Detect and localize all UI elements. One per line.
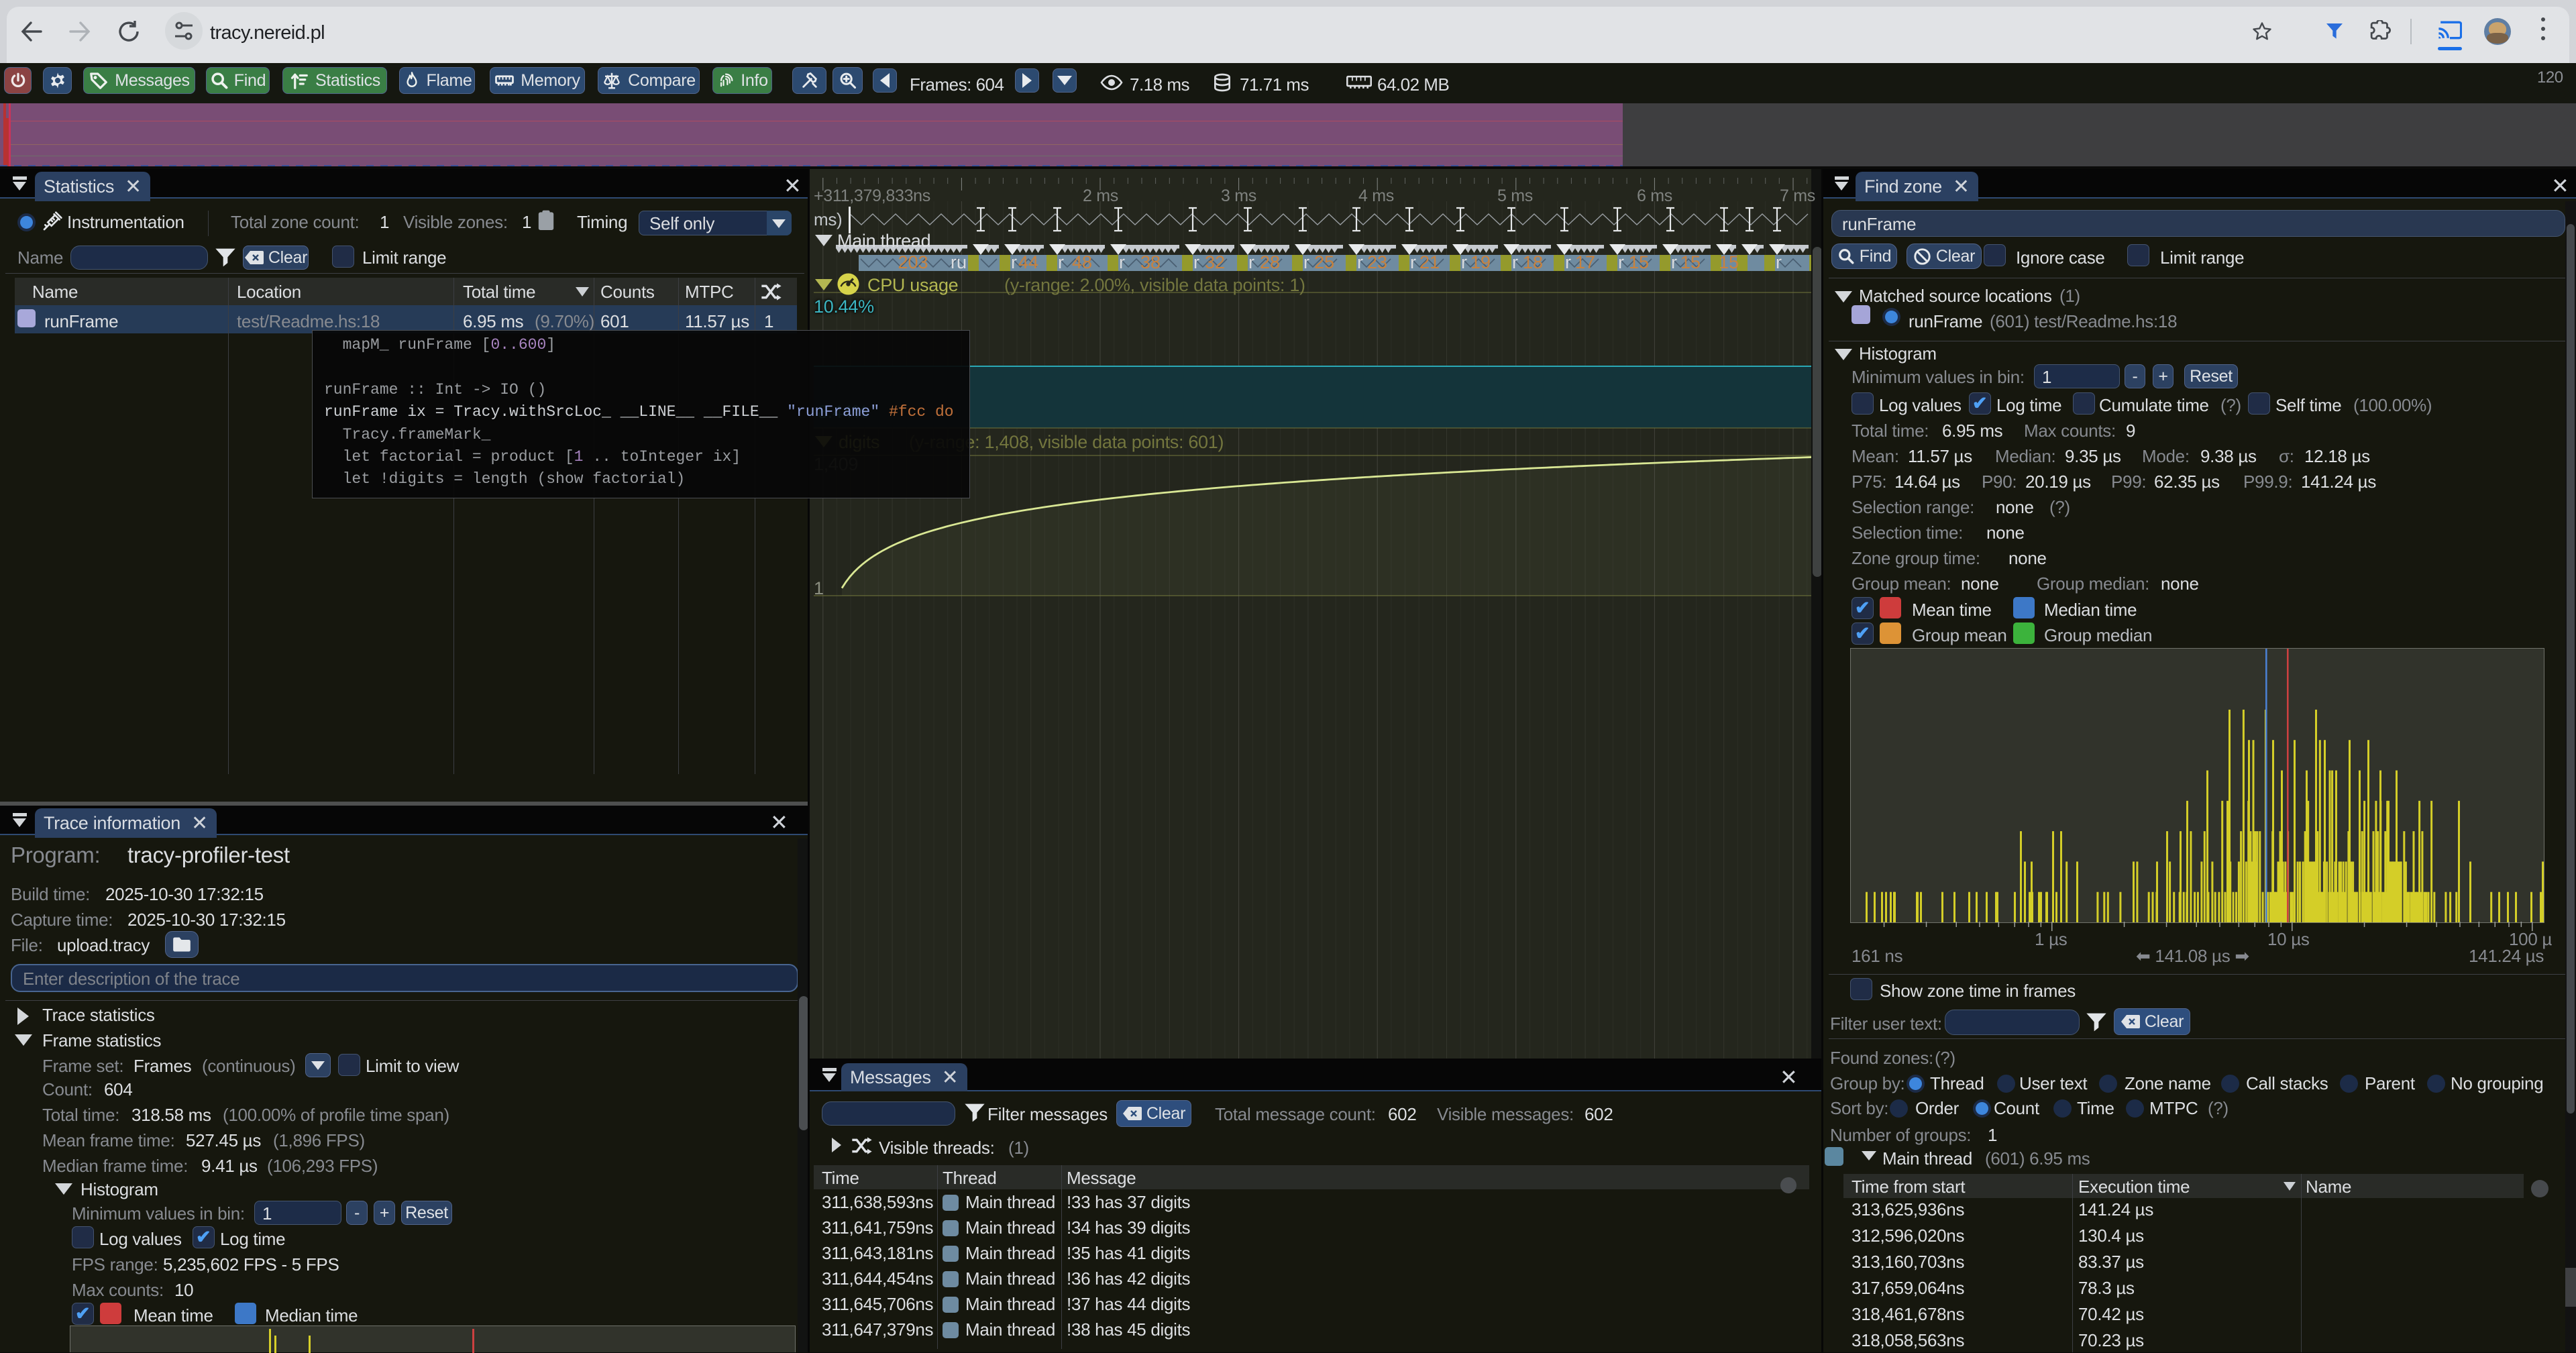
svg-text:15: 15 (1629, 252, 1649, 272)
svg-text:r: r (1461, 252, 1467, 272)
svg-text:r: r (1671, 252, 1677, 272)
svg-text:r: r (1011, 252, 1017, 272)
svg-text:23: 23 (1367, 252, 1387, 272)
svg-text:r: r (1058, 252, 1064, 272)
svg-text:r: r (1776, 252, 1782, 272)
svg-text:17: 17 (1575, 252, 1595, 272)
svg-text:25: 25 (1314, 252, 1334, 272)
svg-text:28: 28 (1260, 252, 1280, 272)
svg-text:38: 38 (1140, 252, 1161, 272)
svg-text:203: 203 (898, 252, 928, 272)
svg-text:r: r (1357, 252, 1363, 272)
svg-text:48: 48 (1072, 252, 1092, 272)
svg-text:r: r (1193, 252, 1199, 272)
svg-text:r: r (1248, 252, 1254, 272)
svg-text:r: r (1618, 252, 1624, 272)
svg-text:r: r (1512, 252, 1518, 272)
svg-text:r: r (1410, 252, 1416, 272)
svg-text:15: 15 (1719, 252, 1739, 272)
svg-text:r: r (1303, 252, 1309, 272)
svg-text:15: 15 (1680, 252, 1701, 272)
svg-text:18: 18 (1523, 252, 1543, 272)
svg-text:21: 21 (1419, 252, 1440, 272)
svg-text:r: r (1565, 252, 1571, 272)
svg-text:44: 44 (1018, 252, 1038, 272)
svg-text:32: 32 (1205, 252, 1225, 272)
svg-text:ru: ru (951, 252, 967, 272)
svg-text:r: r (1119, 252, 1125, 272)
svg-text:19: 19 (1470, 252, 1491, 272)
